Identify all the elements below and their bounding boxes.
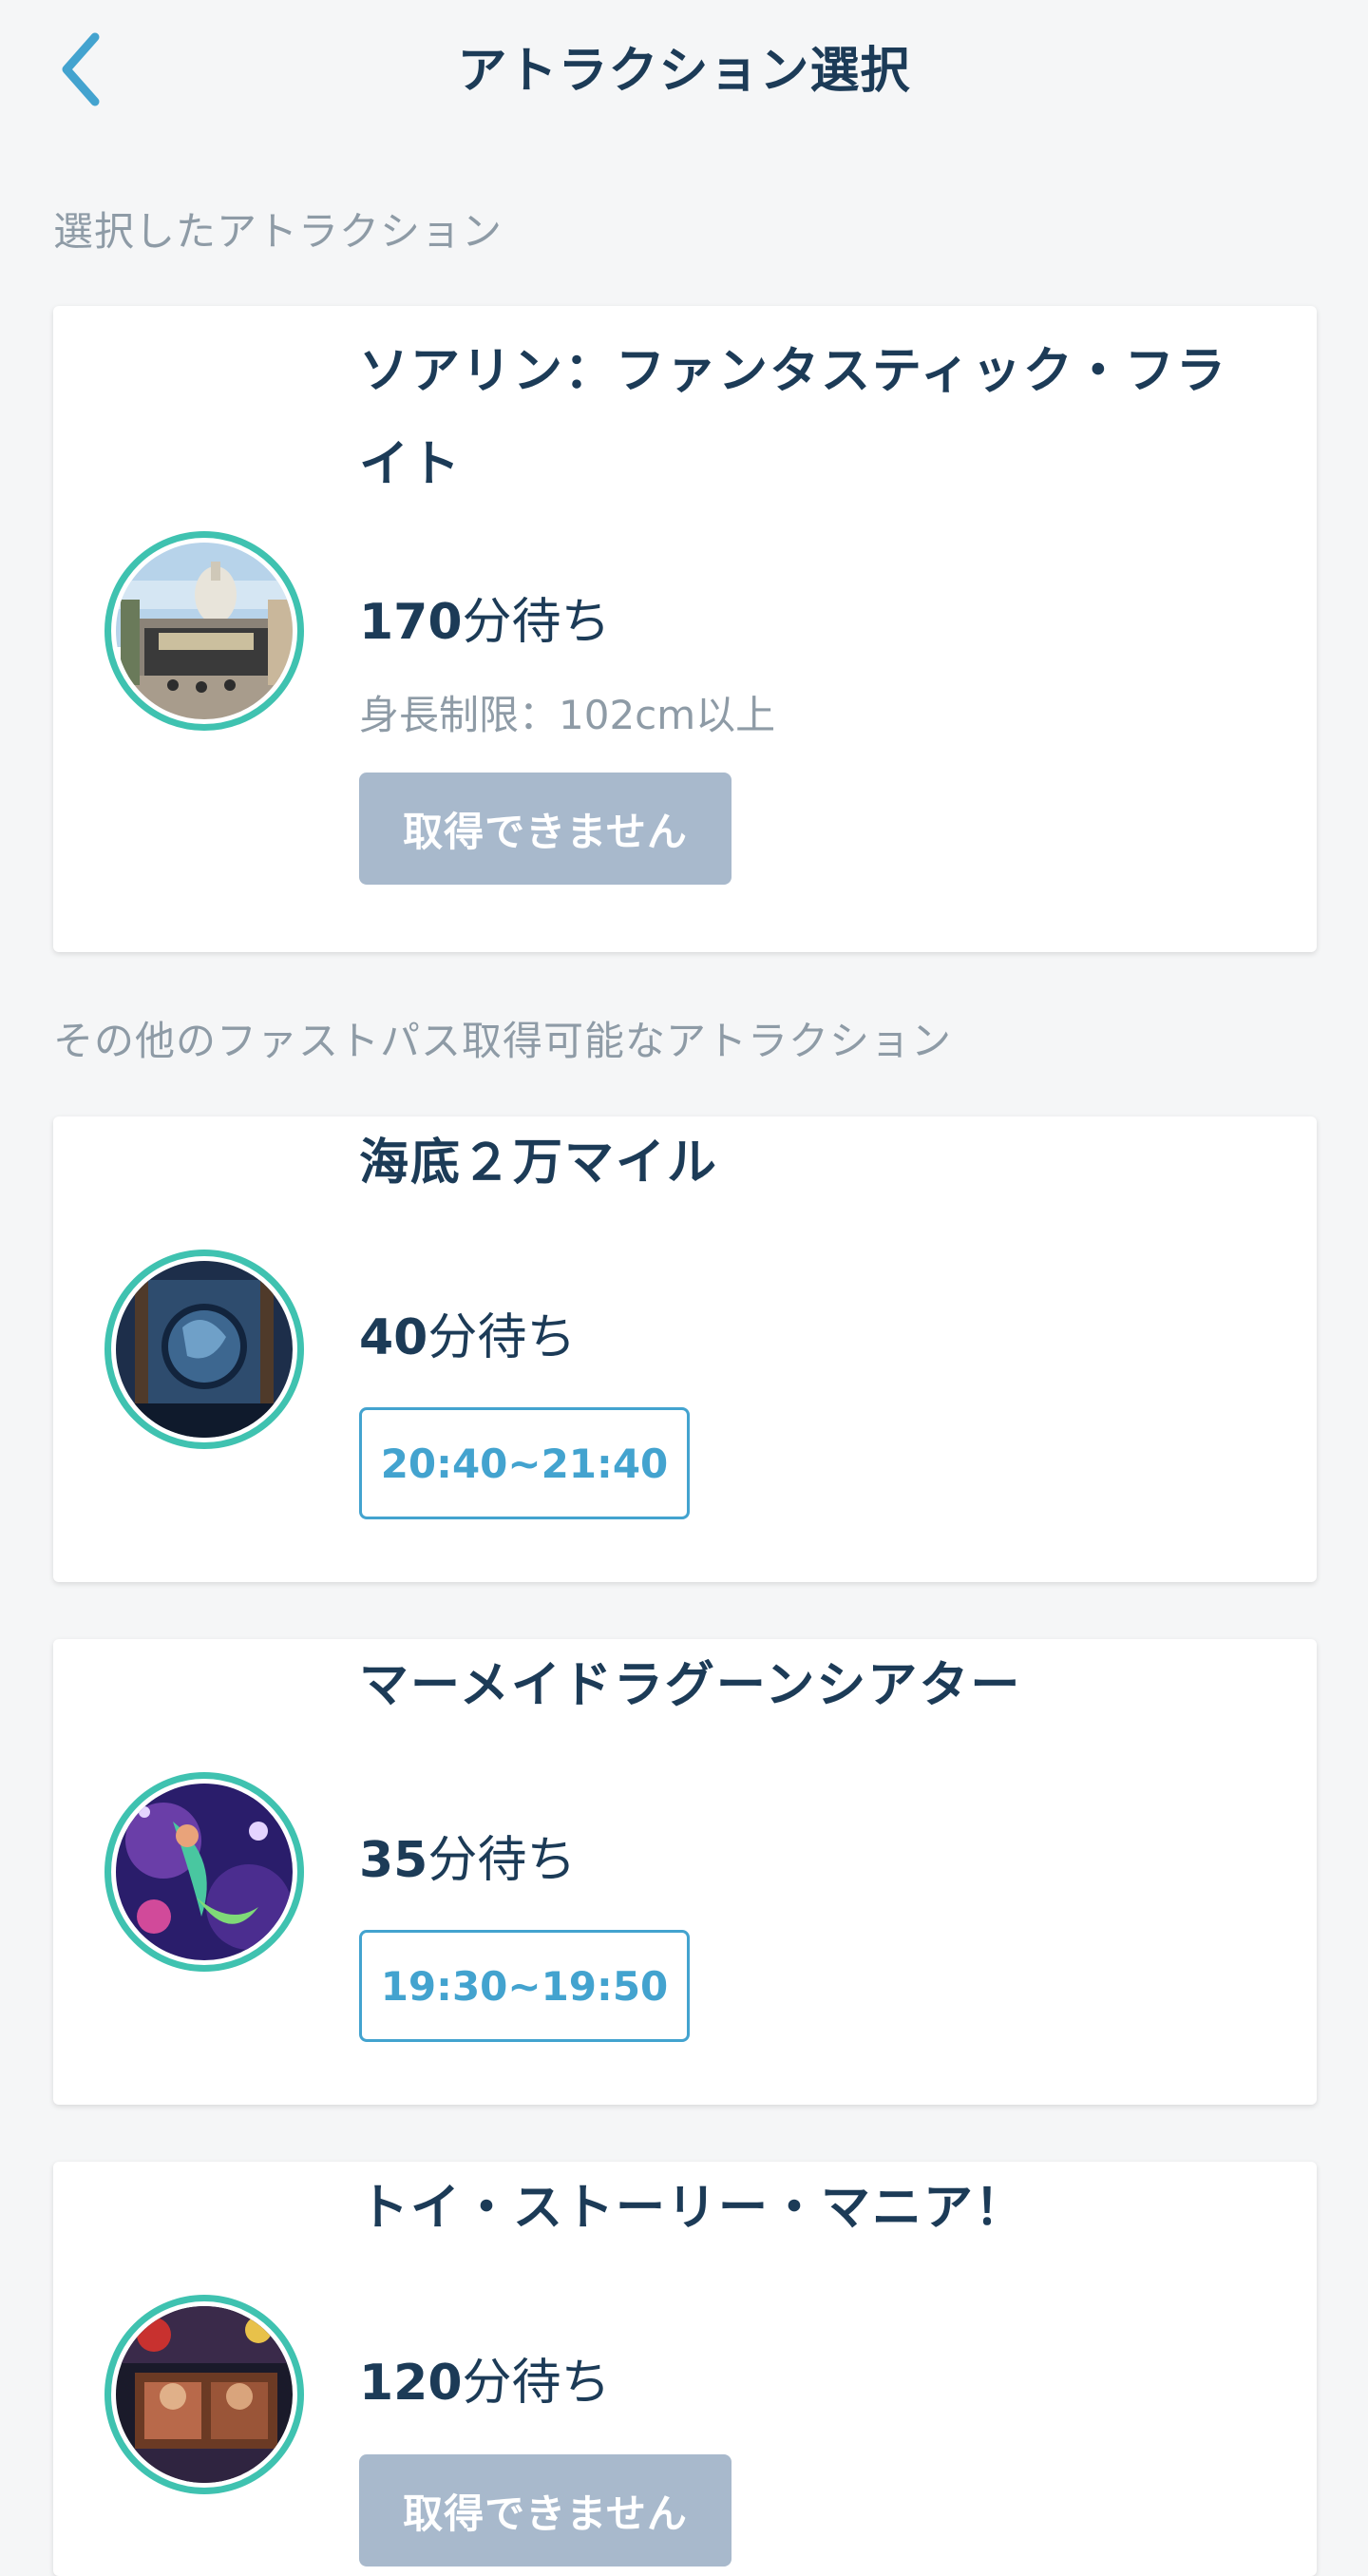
twenty-thousand-leagues-photo [116,1261,293,1438]
attraction-name: ソアリン：ファンタスティック・フライト [359,343,1227,493]
wait-time: 120分待ち [359,2342,611,2414]
height-restriction: 身長制限：102cm以上 [359,692,776,738]
attraction-name: 海底２万マイル [359,1135,719,1192]
header: アトラクション選択 [0,0,1368,143]
wait-time: 35分待ち [359,1820,576,1891]
wait-time-number: 40 [359,1309,428,1366]
wait-time-suffix: 分待ち [462,594,611,651]
attraction-card: 海底２万マイル 40分待ち 20:40~21:40 [53,1116,1317,1582]
attraction-select-screen: アトラクション選択 選択したアトラクション ソアリン：ファンタスティック・フライ… [0,0,1368,2576]
wait-time-number: 120 [359,2355,463,2412]
others-section-label: その他のファストパス取得可能なアトラクション [53,1018,953,1064]
wait-time-suffix: 分待ち [428,1309,577,1366]
wait-time-number: 170 [359,594,463,651]
attraction-card: トイ・ストーリー・マニア！ 120分待ち 取得できません [53,2162,1317,2576]
attraction-name: トイ・ストーリー・マニア！ [359,2180,1027,2237]
unavailable-button[interactable]: 取得できません [359,773,732,885]
wait-time: 40分待ち [359,1297,576,1368]
attraction-thumbnail-20000-leagues [104,1250,304,1449]
unavailable-button[interactable]: 取得できません [359,2454,732,2566]
attraction-thumbnail-soarin [104,531,304,731]
soarin-photo [116,543,293,719]
fastpass-time-button[interactable]: 20:40~21:40 [359,1407,690,1519]
toy-story-mania-photo [116,2306,293,2483]
attraction-name: マーメイドラグーンシアター [359,1657,1022,1714]
wait-time: 170分待ち [359,582,611,653]
wait-time-suffix: 分待ち [428,1832,577,1889]
selected-attraction-card: ソアリン：ファンタスティック・フライト 170分待ち 身長制限：102cm以上 … [53,306,1317,952]
selected-section-label: 選択したアトラクション [53,208,504,255]
attraction-thumbnail-toy-story-mania [104,2295,304,2494]
attraction-thumbnail-mermaid-lagoon [104,1772,304,1972]
wait-time-suffix: 分待ち [462,2355,611,2412]
wait-time-number: 35 [359,1832,428,1889]
attraction-card: マーメイドラグーンシアター 35分待ち 19:30~19:50 [53,1639,1317,2105]
fastpass-time-button[interactable]: 19:30~19:50 [359,1930,690,2042]
page-title: アトラクション選択 [457,43,911,100]
mermaid-lagoon-photo [116,1784,293,1960]
